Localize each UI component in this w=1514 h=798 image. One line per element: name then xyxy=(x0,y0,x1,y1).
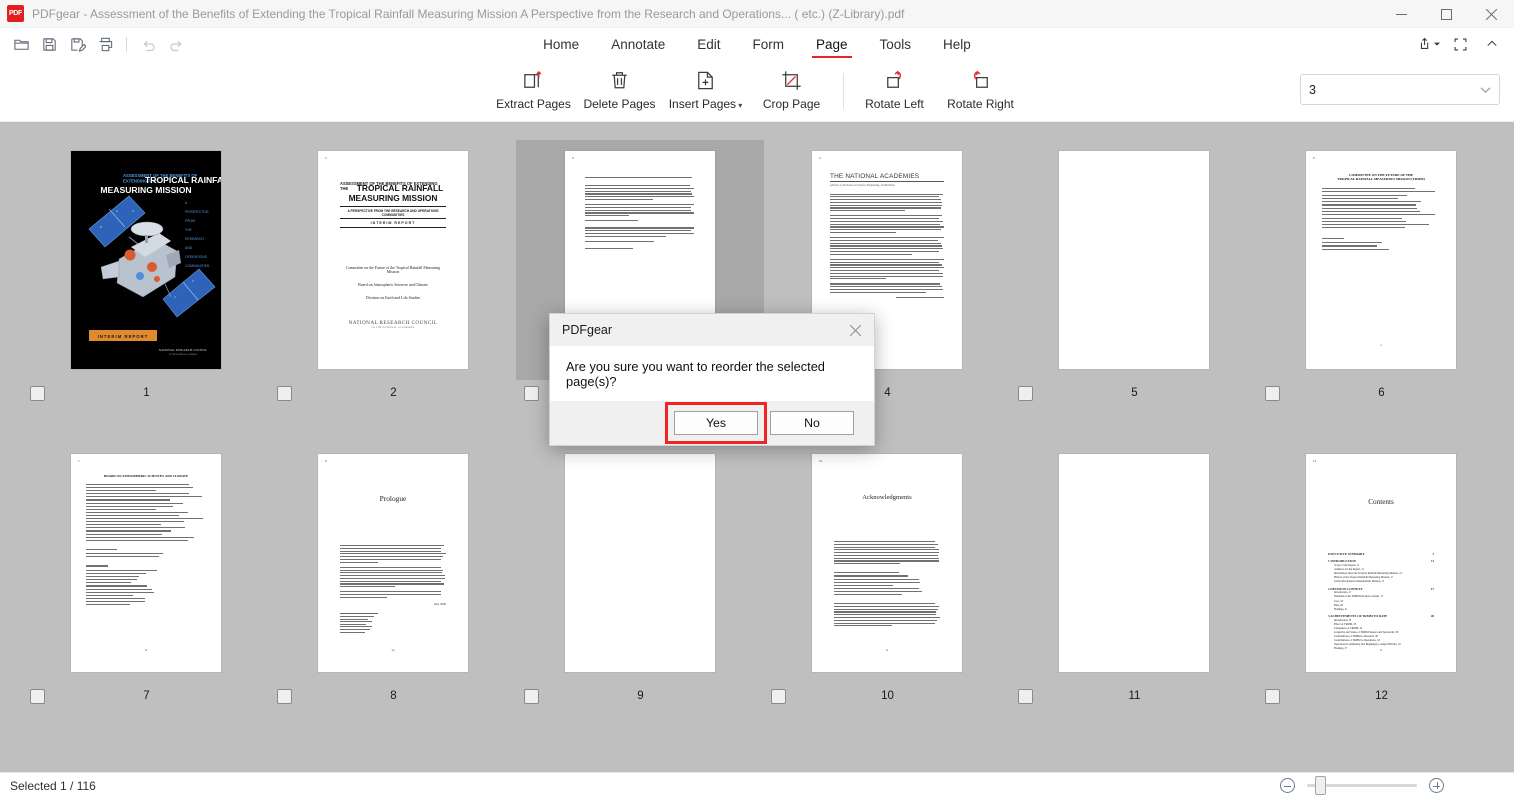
dialog-close-icon[interactable] xyxy=(836,314,874,346)
dialog-yes-button[interactable]: Yes xyxy=(674,411,758,435)
dialog-footer: Yes No xyxy=(550,401,874,445)
yes-button-wrapper: Yes xyxy=(674,411,758,435)
dialog-no-button[interactable]: No xyxy=(770,411,854,435)
pdfgear-window: PDF PDFgear - Assessment of the Benefits… xyxy=(0,0,1514,798)
reorder-confirm-dialog: PDFgear Are you sure you want to reorder… xyxy=(549,313,875,446)
dialog-title: PDFgear xyxy=(562,323,612,337)
dialog-overlay: PDFgear Are you sure you want to reorder… xyxy=(0,0,1514,798)
dialog-title-bar: PDFgear xyxy=(550,314,874,346)
dialog-message: Are you sure you want to reorder the sel… xyxy=(550,346,874,401)
